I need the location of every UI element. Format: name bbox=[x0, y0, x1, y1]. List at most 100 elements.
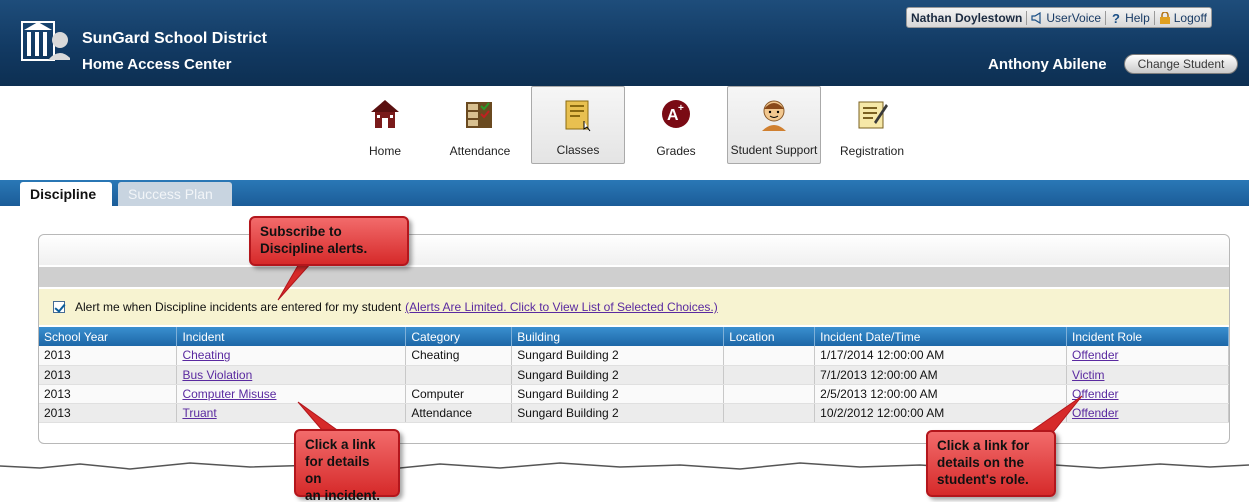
callout-line: Click a link for bbox=[937, 438, 1030, 453]
callout-line: student's role. bbox=[937, 472, 1029, 487]
location-cell bbox=[723, 384, 816, 404]
datetime-cell: 10/2/2012 12:00:00 AM bbox=[814, 403, 1068, 423]
callout-line: details on the bbox=[937, 455, 1025, 470]
school-building-logo-icon bbox=[21, 21, 70, 61]
tab-success-plan[interactable]: Success Plan bbox=[118, 182, 232, 206]
incident-cell: Computer Misuse bbox=[176, 384, 407, 404]
callout-line: an incident. bbox=[305, 488, 381, 502]
incident-cell: Cheating bbox=[176, 346, 407, 366]
incident-link[interactable]: Cheating bbox=[182, 348, 230, 362]
megaphone-icon bbox=[1031, 11, 1041, 24]
incident-cell: Bus Violation bbox=[176, 365, 407, 385]
tab-bar: Discipline Success Plan bbox=[0, 180, 1249, 206]
question-icon: ? bbox=[1112, 12, 1120, 24]
incident-link[interactable]: Computer Misuse bbox=[182, 387, 276, 401]
school-year-cell: 2013 bbox=[39, 346, 178, 366]
role-link[interactable]: Offender bbox=[1072, 387, 1118, 401]
torn-edge-decoration bbox=[0, 462, 1249, 502]
column-header[interactable]: Location bbox=[723, 327, 816, 346]
incident-cell: Truant bbox=[176, 403, 407, 423]
nav-classes[interactable]: Classes bbox=[531, 86, 625, 164]
panel-subheader bbox=[39, 267, 1229, 287]
logoff-link[interactable]: Logoff bbox=[1159, 11, 1207, 25]
column-header[interactable]: Building bbox=[511, 327, 725, 346]
incident-link[interactable]: Truant bbox=[182, 406, 216, 420]
role-link[interactable]: Victim bbox=[1072, 368, 1104, 382]
registration-icon bbox=[858, 101, 888, 129]
incident-link[interactable]: Bus Violation bbox=[182, 368, 252, 382]
location-cell bbox=[723, 403, 816, 423]
discipline-panel: Alert me when Discipline incidents are e… bbox=[38, 234, 1230, 444]
role-link[interactable]: Offender bbox=[1072, 406, 1118, 420]
role-cell: Offender bbox=[1066, 346, 1229, 366]
category-cell: Computer bbox=[405, 384, 513, 404]
nav-home-label: Home bbox=[368, 144, 401, 158]
help-link[interactable]: ? Help bbox=[1110, 11, 1150, 25]
help-label: Help bbox=[1125, 10, 1150, 25]
callout-line: Discipline alerts. bbox=[260, 241, 368, 256]
school-year-cell: 2013 bbox=[39, 403, 178, 423]
grades-icon: A + bbox=[662, 100, 690, 128]
building-cell: Sungard Building 2 bbox=[511, 346, 725, 366]
svg-text:?: ? bbox=[1112, 12, 1120, 24]
user-name: Nathan Doylestown bbox=[911, 10, 1023, 25]
role-cell: Offender bbox=[1066, 384, 1229, 404]
datetime-cell: 2/5/2013 12:00:00 AM bbox=[814, 384, 1068, 404]
building-cell: Sungard Building 2 bbox=[511, 365, 725, 385]
alert-choices-link[interactable]: (Alerts Are Limited. Click to View List … bbox=[405, 300, 718, 314]
divider bbox=[1026, 10, 1028, 25]
role-cell: Offender bbox=[1066, 403, 1229, 423]
school-year-cell: 2013 bbox=[39, 365, 178, 385]
nav-home[interactable]: Home bbox=[360, 86, 410, 164]
category-cell: Attendance bbox=[405, 403, 513, 423]
top-utility-bar: Nathan Doylestown UserVoice ? Help Logoff bbox=[906, 7, 1212, 28]
column-header[interactable]: Category bbox=[405, 327, 513, 346]
student-name: Anthony Abilene bbox=[988, 56, 1107, 73]
nav-attendance-label: Attendance bbox=[449, 144, 511, 158]
incidents-table: School Year Incident Category Building L… bbox=[39, 327, 1229, 423]
datetime-cell: 7/1/2013 12:00:00 AM bbox=[814, 365, 1068, 385]
nav-attendance[interactable]: Attendance bbox=[442, 86, 518, 164]
main-nav: Home Attendance Classes A + Grades Stude… bbox=[0, 86, 1249, 178]
column-header[interactable]: Incident Date/Time bbox=[814, 327, 1068, 346]
table-row: 2013 Bus Violation Sungard Building 2 7/… bbox=[39, 365, 1229, 385]
nav-registration[interactable]: Registration bbox=[834, 86, 910, 164]
location-cell bbox=[723, 365, 816, 385]
subscribe-callout: Subscribe to Discipline alerts. bbox=[249, 216, 409, 266]
nav-student-support-label: Student Support bbox=[730, 143, 818, 157]
header-bar: SunGard School District Home Access Cent… bbox=[0, 0, 1249, 86]
building-cell: Sungard Building 2 bbox=[511, 384, 725, 404]
nav-grades-label: Grades bbox=[656, 144, 696, 158]
divider bbox=[1153, 10, 1155, 25]
table-row: 2013 Computer Misuse Computer Sungard Bu… bbox=[39, 384, 1229, 404]
alert-row: Alert me when Discipline incidents are e… bbox=[39, 289, 1229, 325]
attendance-icon bbox=[466, 102, 492, 128]
table-header-row: School Year Incident Category Building L… bbox=[39, 327, 1229, 346]
uservoice-link[interactable]: UserVoice bbox=[1031, 11, 1101, 25]
column-header[interactable]: School Year bbox=[39, 327, 178, 346]
callout-line: Subscribe to bbox=[260, 224, 342, 239]
alert-text: Alert me when Discipline incidents are e… bbox=[75, 300, 402, 314]
column-header[interactable]: Incident Role bbox=[1066, 327, 1229, 346]
nav-grades[interactable]: A + Grades bbox=[645, 86, 707, 164]
location-cell bbox=[723, 346, 816, 366]
uservoice-label: UserVoice bbox=[1046, 10, 1102, 25]
alert-checkbox[interactable] bbox=[53, 301, 65, 313]
divider bbox=[1105, 10, 1107, 25]
incident-callout: Click a link for details on an incident. bbox=[294, 429, 400, 502]
nav-student-support[interactable]: Student Support bbox=[727, 86, 821, 164]
lock-icon bbox=[1159, 11, 1170, 24]
callout-line: for details on bbox=[305, 454, 370, 486]
role-cell: Victim bbox=[1066, 365, 1229, 385]
role-callout: Click a link for details on the student'… bbox=[926, 430, 1056, 497]
change-student-button[interactable]: Change Student bbox=[1124, 54, 1238, 74]
column-header[interactable]: Incident bbox=[176, 327, 407, 346]
app-name: Home Access Center bbox=[82, 56, 232, 73]
tab-discipline[interactable]: Discipline bbox=[20, 182, 112, 206]
student-support-icon bbox=[762, 100, 786, 131]
table-row: 2013 Truant Attendance Sungard Building … bbox=[39, 403, 1229, 423]
classes-icon bbox=[565, 100, 591, 132]
table-row: 2013 Cheating Cheating Sungard Building … bbox=[39, 346, 1229, 366]
role-link[interactable]: Offender bbox=[1072, 348, 1118, 362]
panel-header bbox=[39, 235, 1229, 265]
